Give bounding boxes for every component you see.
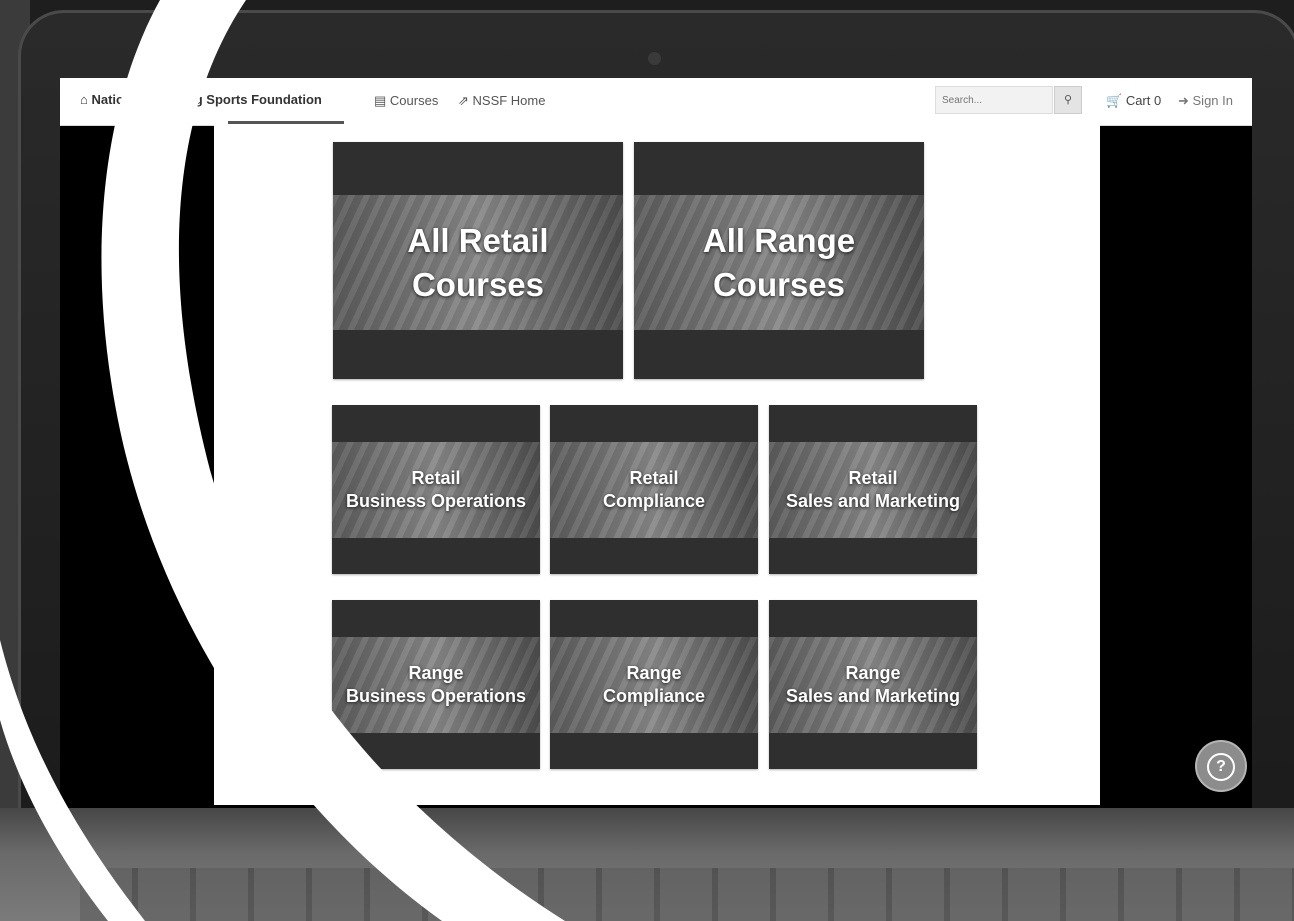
tile-label: Retail Business Operations xyxy=(332,442,540,538)
tile-label-line1: Range xyxy=(845,663,901,683)
cart-icon: 🛒 xyxy=(1106,93,1126,108)
brand-label: National Shooting Sports Foundation xyxy=(91,92,322,107)
tile-label-line1: All Range xyxy=(702,221,856,259)
cart-label: Cart 0 xyxy=(1125,93,1162,108)
tile-label-line2: Sales and Marketing xyxy=(785,491,961,511)
external-link-icon: ⇗ xyxy=(458,93,473,108)
sign-in-label: Sign In xyxy=(1192,93,1233,108)
tile-label-line2: Sales and Marketing xyxy=(785,686,961,706)
search-button[interactable]: ⚲ xyxy=(1054,86,1082,114)
course-catalog: All Retail Courses All Range Courses Ret… xyxy=(214,125,1100,805)
tile-all-retail-courses[interactable]: All Retail Courses xyxy=(333,142,623,379)
search-icon: ⚲ xyxy=(1063,94,1073,106)
tile-label-line1: Retail xyxy=(629,468,679,488)
tile-retail-compliance[interactable]: Retail Compliance xyxy=(550,405,758,574)
tile-range-business-operations[interactable]: Range Business Operations xyxy=(332,600,540,769)
keyboard-keys xyxy=(80,868,1294,921)
tile-label-line2: Compliance xyxy=(602,491,706,511)
sign-in-link[interactable]: ➜ Sign In xyxy=(1178,93,1233,109)
tile-label: Range Business Operations xyxy=(332,637,540,733)
nav-courses-link[interactable]: ▤ Courses xyxy=(374,93,438,109)
tile-label: All Range Courses xyxy=(634,195,924,330)
tile-label: All Retail Courses xyxy=(333,195,623,330)
brand-link[interactable]: ⌂ National Shooting Sports Foundation xyxy=(80,92,322,107)
tile-range-compliance[interactable]: Range Compliance xyxy=(550,600,758,769)
tile-label: Retail Compliance xyxy=(550,442,758,538)
tile-range-sales-and-marketing[interactable]: Range Sales and Marketing xyxy=(769,600,977,769)
tile-all-range-courses[interactable]: All Range Courses xyxy=(634,142,924,379)
help-button[interactable]: ? xyxy=(1195,740,1247,792)
tile-label-line1: Retail xyxy=(411,468,461,488)
book-icon: ▤ xyxy=(374,93,390,108)
active-underline xyxy=(228,121,344,124)
site-navbar: ⌂ National Shooting Sports Foundation ▤ … xyxy=(60,78,1252,126)
tile-label-line1: All Retail xyxy=(407,221,549,259)
home-icon: ⌂ xyxy=(80,92,92,107)
webcam xyxy=(648,52,661,65)
tile-label-line2: Business Operations xyxy=(345,491,527,511)
search-input[interactable] xyxy=(935,86,1053,114)
tile-label-line1: Retail xyxy=(848,468,898,488)
cart-link[interactable]: 🛒 Cart 0 xyxy=(1106,93,1161,109)
nav-nssf-home-link[interactable]: ⇗ NSSF Home xyxy=(458,93,545,109)
sign-in-icon: ➜ xyxy=(1178,93,1193,108)
tile-label: Range Compliance xyxy=(550,637,758,733)
tile-label-line1: Range xyxy=(408,663,464,683)
tile-label-line2: Courses xyxy=(712,265,846,303)
nav-courses-label: Courses xyxy=(389,93,439,108)
tile-label-line1: Range xyxy=(626,663,682,683)
tile-label-line2: Courses xyxy=(411,265,545,303)
tile-retail-business-operations[interactable]: Retail Business Operations xyxy=(332,405,540,574)
nav-home-label: NSSF Home xyxy=(472,93,546,108)
tile-label: Range Sales and Marketing xyxy=(769,637,977,733)
tile-label-line2: Compliance xyxy=(602,686,706,706)
tile-label-line2: Business Operations xyxy=(345,686,527,706)
tile-retail-sales-and-marketing[interactable]: Retail Sales and Marketing xyxy=(769,405,977,574)
tile-label: Retail Sales and Marketing xyxy=(769,442,977,538)
question-circle-icon: ? xyxy=(1207,753,1235,781)
